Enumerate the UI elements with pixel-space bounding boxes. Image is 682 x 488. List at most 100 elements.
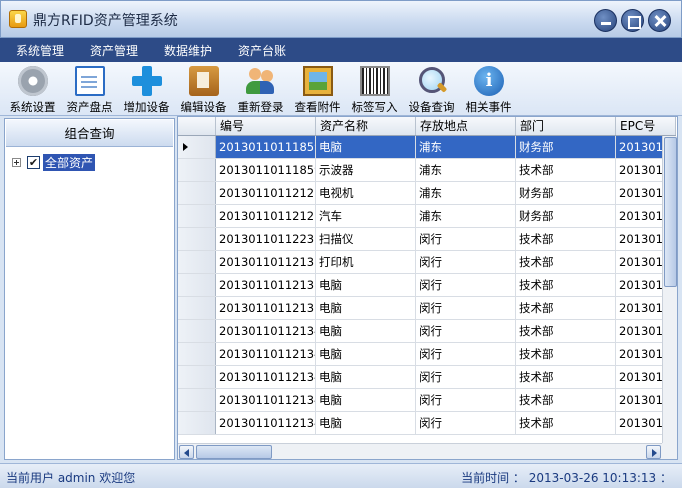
row-header[interactable] [178,159,216,181]
table-row[interactable]: 201301101121338电脑闵行技术部2013011 [178,274,676,297]
menu-asset-ledger[interactable]: 资产台账 [232,40,292,61]
col-header-epc[interactable]: EPC号 [616,117,676,135]
row-department-cell[interactable]: 财务部 [516,136,616,158]
row-id-cell[interactable]: 201301101121344 [216,412,316,434]
table-row[interactable]: 201301101121337打印机闵行技术部2013011 [178,251,676,274]
row-department-cell[interactable]: 技术部 [516,251,616,273]
row-name-cell[interactable]: 电脑 [316,366,416,388]
row-header[interactable] [178,251,216,273]
asset-inventory-button[interactable]: 资产盘点 [61,62,118,116]
row-name-cell[interactable]: 电脑 [316,136,416,158]
table-row[interactable]: 201301101118594电脑浦东财务部2013011 [178,136,676,159]
table-row[interactable]: 201301101121342电脑闵行技术部2013012 [178,366,676,389]
row-department-cell[interactable]: 技术部 [516,366,616,388]
horizontal-scroll-thumb[interactable] [196,445,272,459]
row-id-cell[interactable]: 201301101118595 [216,159,316,181]
col-header-id[interactable]: 编号 [216,117,316,135]
scroll-right-icon[interactable] [646,445,661,459]
table-row[interactable]: 201301101118595示波器浦东技术部2013011 [178,159,676,182]
row-department-cell[interactable]: 技术部 [516,228,616,250]
system-settings-button[interactable]: 系统设置 [4,62,61,116]
tree-label-all-assets[interactable]: 全部资产 [43,153,96,171]
related-events-button[interactable]: i 相关事件 [460,62,517,116]
vertical-scroll-thumb[interactable] [664,137,677,287]
row-id-cell[interactable]: 201301101121343 [216,389,316,411]
row-header[interactable] [178,136,216,158]
row-department-cell[interactable]: 技术部 [516,412,616,434]
row-name-cell[interactable]: 电视机 [316,182,416,204]
table-row[interactable]: 201301101122351扫描仪闵行技术部2013011 [178,228,676,251]
horizontal-scrollbar[interactable] [178,443,662,459]
tree-checkbox[interactable]: ✔ [27,155,40,169]
row-id-cell[interactable]: 201301101122351 [216,228,316,250]
row-department-cell[interactable]: 技术部 [516,343,616,365]
row-header[interactable] [178,297,216,319]
row-name-cell[interactable]: 示波器 [316,159,416,181]
relogin-button[interactable]: 重新登录 [232,62,289,116]
col-header-name[interactable]: 资产名称 [316,117,416,135]
row-id-cell[interactable]: 201301101121217 [216,182,316,204]
table-row[interactable]: 201301101121218汽车浦东财务部2013011 [178,205,676,228]
write-tag-button[interactable]: 标签写入 [346,62,403,116]
scroll-left-icon[interactable] [179,445,194,459]
row-location-cell[interactable]: 闵行 [416,297,516,319]
maximize-icon[interactable] [621,9,644,32]
row-location-cell[interactable]: 闵行 [416,320,516,342]
row-location-cell[interactable]: 闵行 [416,228,516,250]
row-name-cell[interactable]: 电脑 [316,297,416,319]
row-header[interactable] [178,389,216,411]
table-row[interactable]: 201301101121341电脑闵行技术部2013011 [178,343,676,366]
row-header[interactable] [178,182,216,204]
row-name-cell[interactable]: 汽车 [316,205,416,227]
row-id-cell[interactable]: 201301101121339 [216,297,316,319]
close-icon[interactable] [648,9,671,32]
row-location-cell[interactable]: 浦东 [416,159,516,181]
row-name-cell[interactable]: 电脑 [316,320,416,342]
table-row[interactable]: 201301101121343电脑闵行技术部2013011 [178,389,676,412]
title-bar[interactable]: 鼎方RFID资产管理系统 [0,0,682,38]
row-name-cell[interactable]: 电脑 [316,274,416,296]
row-department-cell[interactable]: 技术部 [516,389,616,411]
group-query-button[interactable]: 组合查询 [6,120,173,147]
menu-assets[interactable]: 资产管理 [84,40,144,61]
expand-icon[interactable] [12,157,21,167]
row-name-cell[interactable]: 电脑 [316,343,416,365]
row-location-cell[interactable]: 浦东 [416,136,516,158]
vertical-scrollbar[interactable] [662,136,677,443]
row-id-cell[interactable]: 201301101121218 [216,205,316,227]
row-id-cell[interactable]: 201301101121342 [216,366,316,388]
menu-system[interactable]: 系统管理 [10,40,70,61]
col-header-department[interactable]: 部门 [516,117,616,135]
row-id-cell[interactable]: 201301101121341 [216,343,316,365]
row-header[interactable] [178,205,216,227]
edit-device-button[interactable]: 编辑设备 [175,62,232,116]
row-id-cell[interactable]: 201301101121338 [216,274,316,296]
row-department-cell[interactable]: 技术部 [516,274,616,296]
row-location-cell[interactable]: 闵行 [416,251,516,273]
device-query-button[interactable]: 设备查询 [403,62,460,116]
row-header[interactable] [178,320,216,342]
table-row[interactable]: 201301101121344电脑闵行技术部2013011 [178,412,676,435]
row-name-cell[interactable]: 电脑 [316,412,416,434]
row-header[interactable] [178,412,216,434]
table-row[interactable]: 201301101121340电脑闵行技术部2013011 [178,320,676,343]
row-id-cell[interactable]: 201301101118594 [216,136,316,158]
menu-data-maintenance[interactable]: 数据维护 [158,40,218,61]
row-department-cell[interactable]: 技术部 [516,320,616,342]
row-department-cell[interactable]: 技术部 [516,159,616,181]
row-name-cell[interactable]: 扫描仪 [316,228,416,250]
row-name-cell[interactable]: 电脑 [316,389,416,411]
row-department-cell[interactable]: 技术部 [516,297,616,319]
table-row[interactable]: 201301101121339电脑闵行技术部2013011 [178,297,676,320]
row-location-cell[interactable]: 闵行 [416,389,516,411]
row-header[interactable] [178,366,216,388]
row-id-cell[interactable]: 201301101121340 [216,320,316,342]
add-device-button[interactable]: 增加设备 [118,62,175,116]
row-department-cell[interactable]: 财务部 [516,205,616,227]
table-row[interactable]: 201301101121217电视机浦东财务部2013011 [178,182,676,205]
row-department-cell[interactable]: 财务部 [516,182,616,204]
view-attachment-button[interactable]: 查看附件 [289,62,346,116]
row-location-cell[interactable]: 浦东 [416,205,516,227]
row-header[interactable] [178,274,216,296]
row-header[interactable] [178,228,216,250]
